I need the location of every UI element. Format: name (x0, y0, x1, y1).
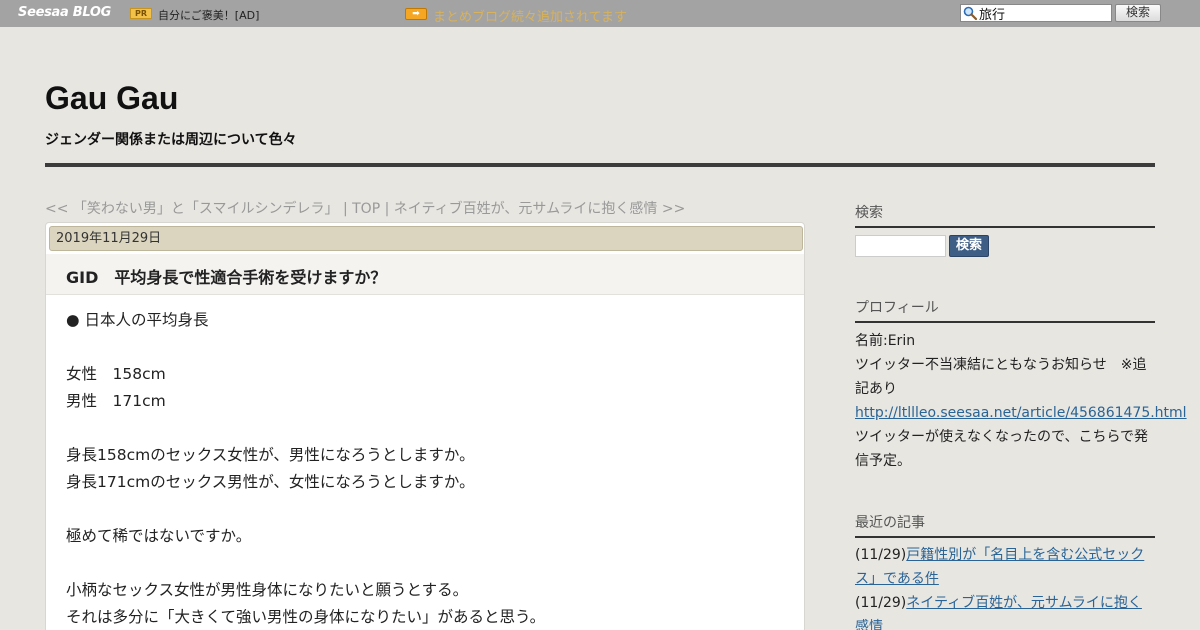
article-navigation: << 「笑わない男」と「スマイルシンデレラ」 | TOP | ネイティブ百姓が、… (45, 198, 685, 218)
article-title[interactable]: GID 平均身長で性適合手術を受けますか？ (66, 264, 386, 288)
article-date: 2019年11月29日 (49, 226, 803, 251)
top-link[interactable]: TOP (352, 201, 380, 217)
article-line: ● 日本人の平均身長 (66, 311, 209, 329)
sidebar-profile-heading: プロフィール (855, 297, 1155, 323)
seesaa-blog-logo[interactable]: Seesaa BLOG (18, 5, 111, 20)
sidebar-search-heading: 検索 (855, 202, 1155, 228)
article-line (66, 415, 786, 442)
profile-name: 名前:Erin (855, 333, 916, 349)
notice-link[interactable]: まとめブログ続々追加されてます (433, 6, 627, 25)
article-line: 女性 158cm (66, 365, 166, 383)
article-line: 小柄なセックス女性が男性身体になりたいと願うとする。 (66, 581, 469, 599)
profile: 名前:Erin ツイッター不当凍結にともなうお知らせ ※追記あり http://… (855, 329, 1187, 473)
article-line (66, 550, 786, 577)
profile-notice: ツイッター不当凍結にともなうお知らせ ※追記あり (855, 357, 1147, 397)
sidebar-search-input[interactable] (855, 235, 946, 257)
top-search-input[interactable] (979, 5, 1109, 21)
next-article-link[interactable]: ネイティブ百姓が、元サムライに抱く感情 >> (394, 201, 686, 217)
prev-article-link[interactable]: << 「笑わない男」と「スマイルシンデレラ」 (45, 201, 339, 217)
arrow-right-icon: ➡ (405, 8, 427, 20)
nav-separator: | (380, 201, 394, 217)
article-line: 極めて稀ではないですか。 (66, 527, 252, 545)
sidebar-recent-heading: 最近の記事 (855, 512, 1155, 538)
site-title[interactable]: Gau Gau (45, 80, 178, 117)
sidebar-search-button[interactable]: 検索 (949, 235, 989, 257)
article-line: 男性 171cm (66, 392, 166, 410)
profile-link[interactable]: http://ltllleo.seesaa.net/article/456861… (855, 405, 1187, 421)
recent-date: (11/29) (855, 595, 907, 611)
article-title-bar: GID 平均身長で性適合手術を受けますか？ (46, 254, 804, 295)
header-divider (45, 163, 1155, 167)
recent-date: (11/29) (855, 547, 907, 563)
pr-badge: PR (130, 8, 152, 19)
article-line (66, 496, 786, 523)
site-description: ジェンダー関係または周辺について色々 (45, 132, 297, 148)
article-line: 身長171cmのセックス男性が、女性になろうとしますか。 (66, 473, 475, 491)
nav-separator: | (338, 201, 353, 217)
article-line: それは多分に「大きくて強い男性の身体になりたい」があると思う。 (66, 608, 546, 626)
list-item: (11/29)ネイティブ百姓が、元サムライに抱く感情 (855, 591, 1155, 630)
list-item: (11/29)戸籍性別が「名目上を含む公式セックス」である件 (855, 543, 1155, 591)
recent-articles: (11/29)戸籍性別が「名目上を含む公式セックス」である件 (11/29)ネイ… (855, 543, 1155, 630)
top-bar: Seesaa BLOG PR 自分にご褒美！[AD] ➡ まとめブログ続々追加さ… (0, 0, 1200, 27)
top-search-box (960, 4, 1112, 22)
top-search-button[interactable]: 検索 (1115, 4, 1161, 22)
article: 2019年11月29日 GID 平均身長で性適合手術を受けますか？ ● 日本人の… (45, 222, 805, 630)
article-body: ● 日本人の平均身長 女性 158cm 男性 171cm 身長158cmのセック… (66, 307, 786, 630)
pr-ad-link[interactable]: 自分にご褒美！[AD] (158, 7, 259, 23)
article-line: 身長158cmのセックス女性が、男性になろうとしますか。 (66, 446, 475, 464)
profile-notice-2: ツイッターが使えなくなったので、こちらで発信予定。 (855, 429, 1149, 469)
search-icon (963, 6, 977, 20)
article-line (66, 334, 786, 361)
